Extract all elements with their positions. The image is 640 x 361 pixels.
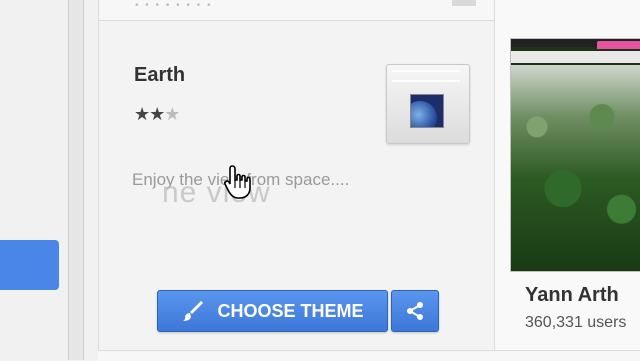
- preview-toolbar: [511, 51, 640, 63]
- left-scrollbar[interactable]: [68, 0, 84, 360]
- theme-title: Earth: [134, 64, 186, 86]
- decorative-block: [452, 0, 476, 6]
- preview-tab: [597, 41, 640, 49]
- decorative-dots: • • • • • • • •: [135, 0, 213, 11]
- rating-stars: ★★★: [134, 104, 180, 125]
- overlay-text: ne view: [162, 176, 271, 209]
- brush-icon: [183, 301, 204, 321]
- earth-thumbnail[interactable]: [410, 94, 444, 128]
- full-stars: ★★: [134, 104, 165, 124]
- next-theme-author: Yann Arth: [525, 284, 619, 306]
- share-button[interactable]: [391, 290, 439, 332]
- share-icon: [407, 302, 423, 320]
- choose-theme-button[interactable]: CHOOSE THEME: [157, 290, 388, 332]
- bottom-edge: [98, 350, 640, 361]
- next-theme-preview[interactable]: [510, 38, 640, 272]
- forest-preview-image: [511, 65, 640, 271]
- left-selected-item[interactable]: [0, 240, 59, 290]
- choose-theme-label: CHOOSE THEME: [217, 300, 364, 321]
- half-star-icon: ★: [164, 104, 180, 124]
- next-theme-users: 360,331 users: [525, 314, 627, 331]
- hand-cursor-icon: [224, 165, 251, 199]
- thumbnail-tab-lines: [392, 70, 460, 82]
